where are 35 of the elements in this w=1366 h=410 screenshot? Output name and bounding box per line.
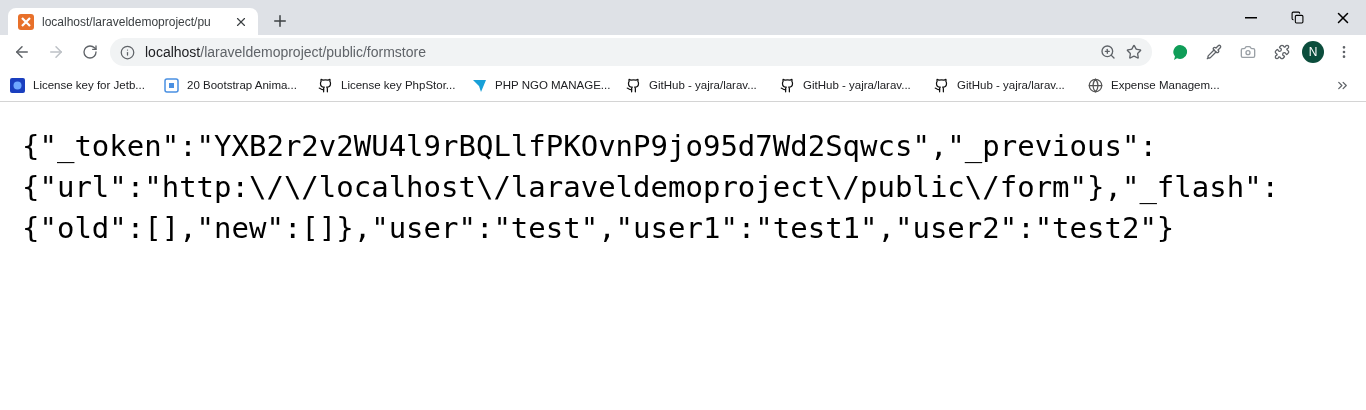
profile-avatar[interactable]: N <box>1302 41 1324 63</box>
bookmark-item[interactable]: Expense Managem... <box>1088 77 1228 93</box>
bookmark-item[interactable]: License key PhpStor... <box>318 77 458 93</box>
bookmark-item[interactable]: GitHub - yajra/larav... <box>626 77 766 93</box>
globe-icon <box>1088 77 1103 93</box>
bookmark-item[interactable]: License key for Jetb... <box>10 77 150 93</box>
bookmark-item[interactable]: PHP NGO MANAGE... <box>472 77 612 93</box>
bookmark-star-icon[interactable] <box>1126 44 1142 60</box>
json-text-line: {"url":"http:\/\/localhost\/laraveldemoproject\/public\/form"},"_flash": <box>22 169 1281 206</box>
puzzle-icon <box>1274 44 1290 60</box>
circle-logo-icon <box>10 77 25 93</box>
zoom-icon[interactable] <box>1100 44 1116 60</box>
reload-icon <box>82 44 98 60</box>
bookmark-item[interactable]: GitHub - yajra/larav... <box>780 77 920 93</box>
eyedropper-icon <box>1206 44 1222 60</box>
address-bar[interactable]: localhost/laraveldemoproject/public/formstore <box>110 38 1152 66</box>
browser-tab[interactable]: localhost/laraveldemoproject/pu <box>8 8 258 35</box>
github-icon <box>780 77 795 93</box>
camera-icon <box>1240 44 1256 60</box>
url-text: localhost/laraveldemoproject/public/formstore <box>145 44 427 60</box>
plus-icon <box>271 12 289 30</box>
json-text-line: {"old":[],"new":[]},"user":"test","user1":"test1","user2":"test2"} <box>22 210 1176 247</box>
square-logo-icon <box>164 77 179 93</box>
restore-icon <box>1290 11 1304 24</box>
bookmark-item[interactable]: 20 Bootstrap Anima... <box>164 77 304 93</box>
speech-bubble-icon <box>1171 43 1189 61</box>
github-icon <box>318 77 333 93</box>
github-icon <box>626 77 641 93</box>
github-icon <box>934 77 949 93</box>
bookmark-item[interactable]: GitHub - yajra/larav... <box>934 77 1074 93</box>
info-icon <box>120 44 135 60</box>
tab-title: localhost/laraveldemoproject/pu <box>42 14 212 29</box>
forward-arrow-icon <box>47 43 65 61</box>
json-text-line: {"_token":"YXB2r2v2WU4l9rBQLlfPKOvnP9jo95d7Wd2Sqwcs","_previous": <box>22 128 1158 165</box>
minimize-icon <box>1245 16 1257 19</box>
